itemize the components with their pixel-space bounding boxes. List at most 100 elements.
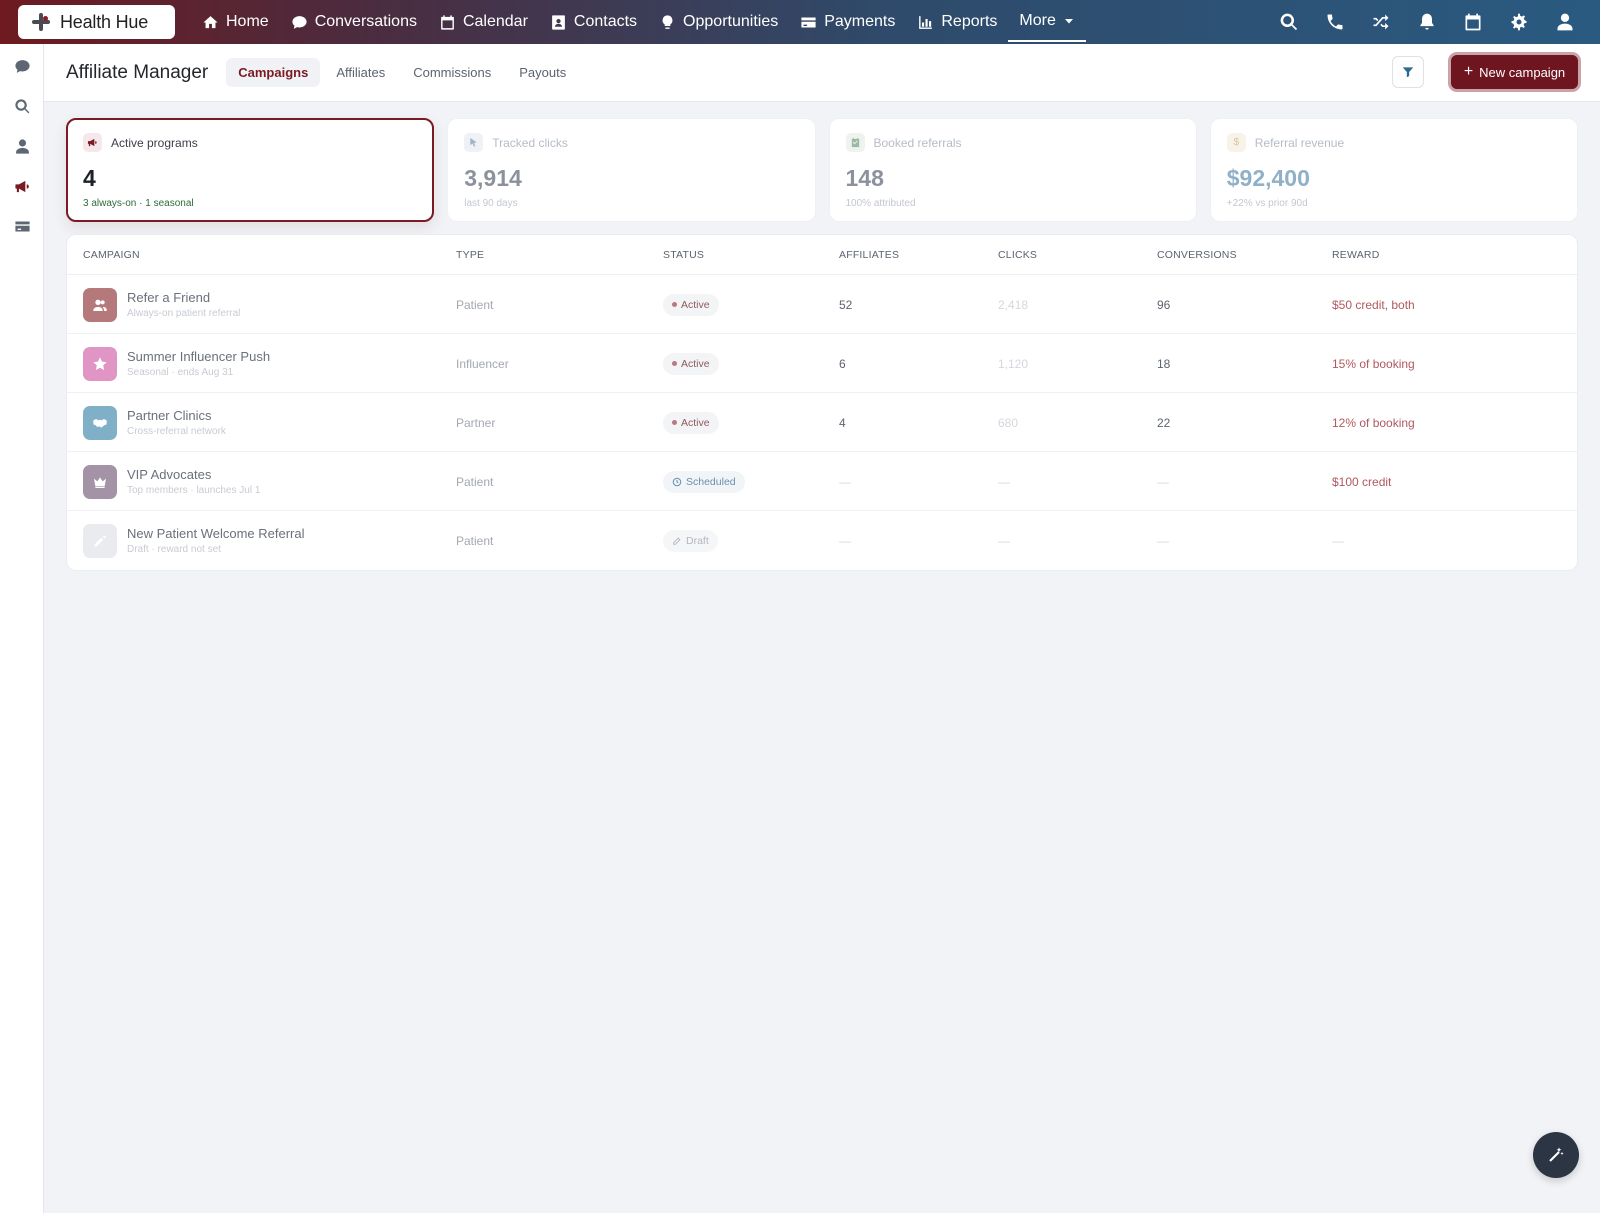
clock-icon	[672, 477, 682, 486]
status-badge: Active	[663, 411, 719, 434]
nav-payments[interactable]: Payments	[789, 0, 906, 44]
phone-icon	[1327, 14, 1343, 30]
status-badge: Scheduled	[663, 470, 745, 493]
phone-button[interactable]	[1312, 0, 1358, 44]
rail-contacts[interactable]	[0, 126, 44, 166]
page-tabs: Campaigns Affiliates Commissions Payouts	[226, 58, 578, 87]
nav-payments-label: Payments	[824, 13, 896, 30]
kpi-booked-referrals[interactable]: Booked referrals 148 100% attributed	[828, 118, 1197, 222]
table-row[interactable]: New Patient Welcome Referral Draft · rewa…	[67, 511, 1577, 570]
col-campaign[interactable]: CAMPAIGN	[83, 249, 140, 261]
megaphone-icon	[83, 133, 102, 152]
reward-value: —	[1332, 533, 1344, 548]
kpi-value: 4	[83, 165, 96, 191]
credit-card-icon	[801, 17, 816, 27]
kpi-note: last 90 days	[464, 198, 518, 209]
tab-affiliates[interactable]: Affiliates	[324, 58, 397, 87]
status-dot-icon	[672, 361, 677, 366]
table-row[interactable]: Refer a Friend Always-on patient referral…	[67, 275, 1577, 334]
card-icon	[14, 221, 30, 231]
brand-logo[interactable]: Health Hue	[18, 5, 175, 39]
handshake-icon	[83, 405, 117, 440]
table-row[interactable]: Partner Clinics Cross-referral network Pa…	[67, 393, 1577, 452]
star-icon	[83, 346, 117, 381]
nav-reports-label: Reports	[941, 13, 998, 30]
nav-contacts[interactable]: Contacts	[539, 0, 648, 44]
magic-wand-icon	[1549, 1147, 1564, 1162]
campaign-name: VIP Advocates	[127, 467, 212, 482]
kpi-label: Tracked clicks	[492, 135, 568, 150]
rail-payments[interactable]	[0, 206, 44, 246]
profile-button[interactable]	[1542, 0, 1588, 44]
shuffle-icon	[1373, 14, 1389, 30]
tab-commissions[interactable]: Commissions	[401, 58, 503, 87]
nav-opportunities[interactable]: Opportunities	[648, 0, 789, 44]
user-icon	[15, 138, 29, 154]
nav-home[interactable]: Home	[191, 0, 280, 44]
status-label: Active	[681, 357, 710, 370]
tab-payouts[interactable]: Payouts	[507, 58, 578, 87]
status-badge: Draft	[663, 529, 718, 552]
campaign-name: New Patient Welcome Referral	[127, 526, 305, 541]
campaign-subtitle: Seasonal · ends Aug 31	[127, 367, 234, 378]
nav-calendar[interactable]: Calendar	[428, 0, 539, 44]
table-header: CAMPAIGN TYPE STATUS AFFILIATES CLICKS C…	[67, 235, 1577, 275]
col-status[interactable]: STATUS	[663, 249, 704, 261]
chevron-down-icon	[1064, 19, 1073, 24]
reward-value: 15% of booking	[1332, 356, 1415, 371]
status-dot-icon	[672, 302, 677, 307]
campaign-type: Patient	[456, 297, 494, 312]
brand-name: Health Hue	[60, 11, 149, 32]
calendar-button[interactable]	[1450, 0, 1496, 44]
shuffle-button[interactable]	[1358, 0, 1404, 44]
clicks-count: 2,418	[998, 297, 1029, 312]
settings-button[interactable]	[1496, 0, 1542, 44]
rail-affiliate-manager[interactable]	[0, 166, 44, 206]
notifications-button[interactable]	[1404, 0, 1450, 44]
filter-button[interactable]	[1392, 56, 1424, 88]
kpi-referral-revenue[interactable]: $ Referral revenue $92,400 +22% vs prior…	[1209, 118, 1578, 222]
bell-icon	[1420, 13, 1434, 30]
table-row[interactable]: Summer Influencer Push Seasonal · ends Au…	[67, 334, 1577, 393]
col-clicks[interactable]: CLICKS	[998, 249, 1037, 261]
affiliates-count: —	[839, 474, 851, 489]
clicks-count: 1,120	[998, 356, 1029, 371]
kpi-note: 3 always-on · 1 seasonal	[83, 198, 194, 209]
filter-icon	[1402, 67, 1414, 78]
calendar-icon	[1465, 13, 1481, 31]
clicks-count: —	[998, 533, 1010, 548]
kpi-active-programs[interactable]: Active programs 4 3 always-on · 1 season…	[66, 118, 435, 222]
status-badge: Active	[663, 352, 719, 375]
table-row[interactable]: VIP Advocates Top members · launches Jul …	[67, 452, 1577, 511]
magic-wand-button[interactable]	[1533, 1132, 1579, 1178]
new-campaign-label: New campaign	[1479, 64, 1566, 80]
col-type[interactable]: TYPE	[456, 249, 484, 261]
conversions-count: —	[1157, 474, 1169, 489]
kpi-note: 100% attributed	[845, 198, 916, 209]
kpi-value: $92,400	[1226, 165, 1310, 191]
rail-conversations[interactable]	[0, 46, 44, 86]
nav-reports[interactable]: Reports	[906, 0, 1008, 44]
tab-campaigns[interactable]: Campaigns	[226, 58, 321, 87]
nav-home-label: Home	[226, 13, 269, 30]
nav-conversations[interactable]: Conversations	[280, 0, 428, 44]
search-button[interactable]	[1266, 0, 1312, 44]
kpi-row: Active programs 4 3 always-on · 1 season…	[66, 118, 1578, 222]
user-icon	[1557, 13, 1573, 31]
campaign-type: Partner	[456, 415, 496, 430]
kpi-label: Booked referrals	[873, 135, 962, 150]
lightbulb-icon	[662, 14, 673, 29]
col-conversions[interactable]: CONVERSIONS	[1157, 249, 1237, 261]
status-label: Draft	[686, 534, 709, 547]
rail-search[interactable]	[0, 86, 44, 126]
reward-value: 12% of booking	[1332, 415, 1415, 430]
reward-value: $50 credit, both	[1332, 297, 1415, 312]
new-campaign-button[interactable]: + New campaign	[1451, 55, 1578, 89]
col-affiliates[interactable]: AFFILIATES	[839, 249, 899, 261]
nav-more[interactable]: More	[1008, 2, 1086, 42]
users-icon	[83, 287, 117, 322]
affiliates-count: —	[839, 533, 851, 548]
kpi-tracked-clicks[interactable]: Tracked clicks 3,914 last 90 days	[447, 118, 816, 222]
col-reward[interactable]: REWARD	[1332, 249, 1379, 261]
campaign-name: Summer Influencer Push	[127, 349, 271, 364]
